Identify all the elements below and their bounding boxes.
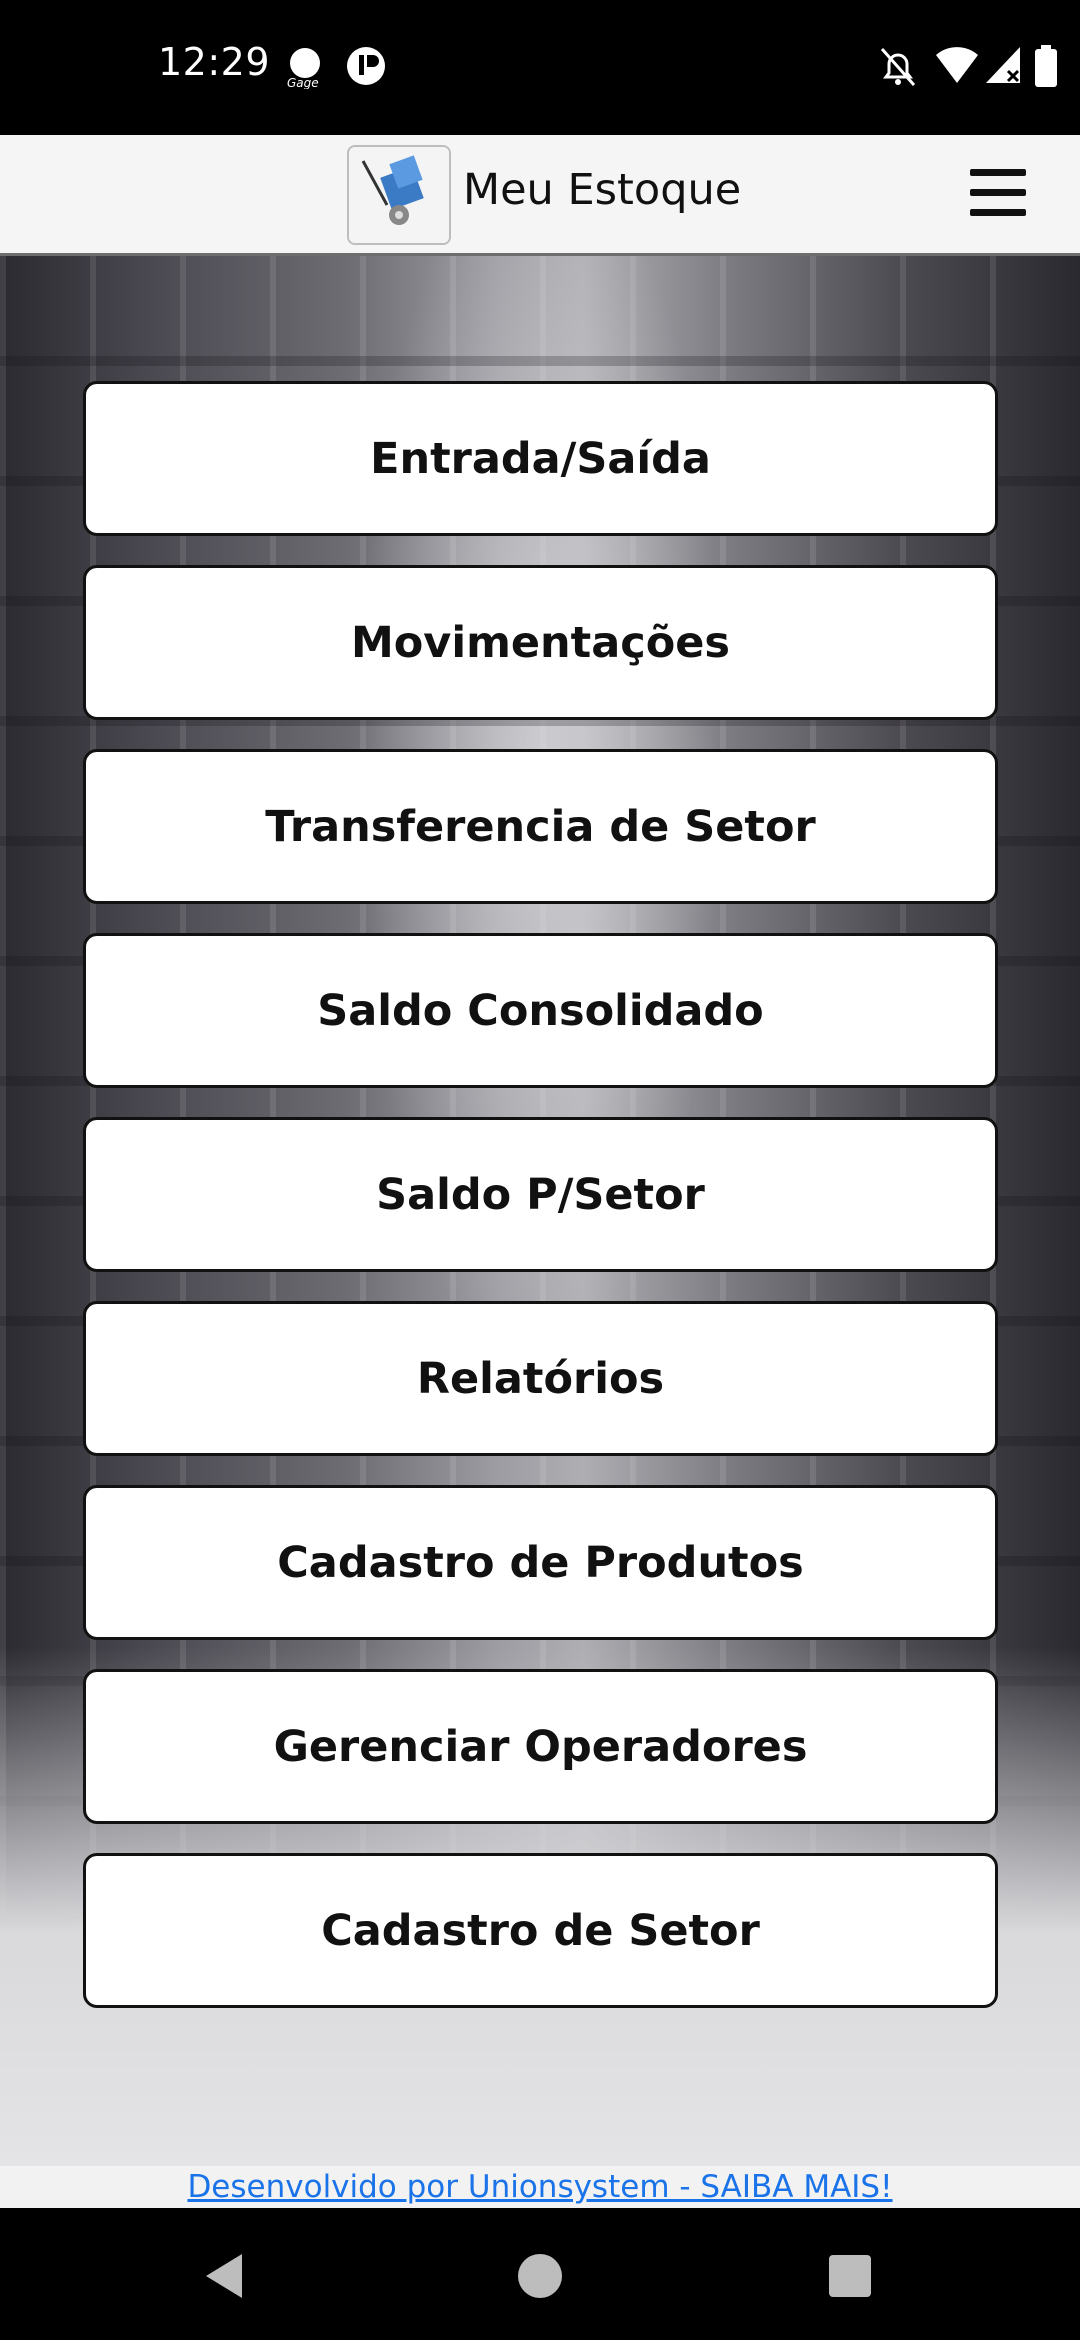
developer-link[interactable]: Desenvolvido por Unionsystem - SAIBA MAI…	[187, 2169, 892, 2205]
cadastro-de-produtos-button[interactable]: Cadastro de Produtos	[83, 1485, 998, 1640]
svg-text:Gage: Gage	[287, 76, 319, 89]
app-header: Meu Estoque	[0, 135, 1080, 256]
wifi-icon	[934, 45, 980, 90]
entrada-saida-button[interactable]: Entrada/Saída	[83, 381, 998, 536]
home-icon[interactable]	[512, 2248, 568, 2304]
gerenciar-operadores-button[interactable]: Gerenciar Operadores	[83, 1669, 998, 1824]
signal-icon	[984, 45, 1024, 90]
app-title: Meu Estoque	[463, 165, 742, 215]
status-time: 12:29	[158, 40, 271, 84]
saldo-consolidado-button[interactable]: Saldo Consolidado	[83, 933, 998, 1088]
transferencia-de-setor-button[interactable]: Transferencia de Setor	[83, 749, 998, 904]
saldo-por-setor-button[interactable]: Saldo P/Setor	[83, 1117, 998, 1272]
main-menu: Entrada/Saída Movimentações Transferenci…	[83, 381, 998, 2008]
battery-icon	[1034, 45, 1058, 94]
do-not-disturb-off-icon	[878, 45, 918, 94]
notification-app-icon: Gage	[283, 45, 327, 94]
status-bar: 12:29 Gage	[0, 0, 1080, 135]
relatorios-button[interactable]: Relatórios	[83, 1301, 998, 1456]
recents-icon[interactable]	[822, 2248, 878, 2304]
footer: Desenvolvido por Unionsystem - SAIBA MAI…	[0, 2166, 1080, 2208]
hamburger-menu-icon[interactable]	[966, 165, 1030, 221]
meu-estoque-logo	[347, 145, 451, 245]
system-nav-bar	[0, 2208, 1080, 2340]
media-app-icon	[345, 45, 387, 92]
movimentacoes-button[interactable]: Movimentações	[83, 565, 998, 720]
back-icon[interactable]	[198, 2248, 254, 2304]
cadastro-de-setor-button[interactable]: Cadastro de Setor	[83, 1853, 998, 2008]
